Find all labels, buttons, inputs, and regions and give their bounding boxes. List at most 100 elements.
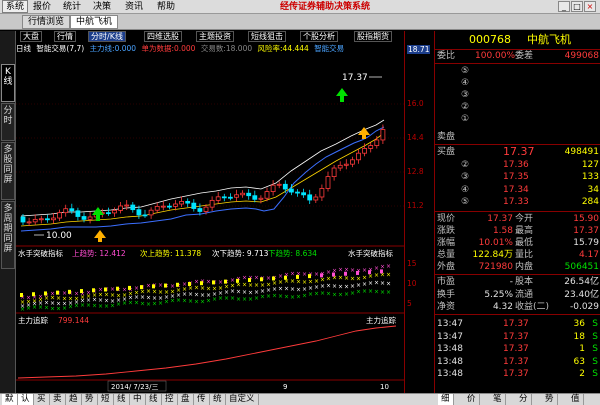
close-button[interactable]: × — [584, 1, 596, 12]
maximize-button[interactable]: □ — [571, 1, 583, 12]
candle-body — [215, 196, 221, 201]
candle-body — [197, 208, 203, 212]
bottom-tab[interactable]: 中 — [130, 394, 146, 405]
sailor-marker: × — [200, 285, 205, 292]
sailor-block — [32, 292, 35, 297]
bottom-tab[interactable]: 线 — [114, 394, 130, 405]
sailor-marker: × — [368, 288, 373, 295]
menu-news[interactable]: 资讯 — [122, 1, 146, 13]
bottom-tab[interactable]: 买 — [34, 394, 50, 405]
tab-market-browse[interactable]: 行情浏览 — [22, 15, 71, 29]
candle-body — [374, 139, 380, 146]
sailor-block — [272, 276, 275, 281]
sailor-marker: × — [254, 275, 259, 282]
sailor-block — [140, 285, 143, 290]
sailor-marker: × — [338, 292, 343, 299]
sailor-marker: × — [374, 272, 379, 279]
bid-row[interactable]: ④ 17.34 34 — [435, 184, 600, 196]
bid-row[interactable]: 买盘 17.37 498491 — [435, 146, 600, 158]
sailor-marker: × — [236, 288, 241, 295]
menu-system[interactable]: 系统 — [2, 0, 29, 13]
low-price-label: 10.00 — [46, 231, 72, 241]
bid-row[interactable]: ⑤ 17.33 284 — [435, 196, 600, 208]
candle-body — [234, 194, 239, 198]
bid-row[interactable]: ② 17.36 127 — [435, 159, 600, 171]
sailor-marker: × — [110, 302, 115, 309]
sailor-sub-down-trend: 次下趋势: 9.713 — [212, 248, 269, 258]
sailor-block — [92, 288, 95, 293]
tick-price: 17.37 — [503, 319, 529, 329]
bid-level: ③ — [461, 172, 470, 182]
candle-body — [258, 197, 264, 200]
vtab-kline[interactable]: K线 — [1, 64, 15, 102]
quote-view-tab[interactable]: 值 — [568, 394, 584, 405]
minimize-button[interactable]: _ — [558, 1, 570, 12]
price-axis: 18.71 16.0 14.4 12.8 11.2 15 10 5 — [404, 31, 434, 393]
quote-view-tab[interactable]: 细 — [438, 394, 454, 405]
tick-row[interactable]: 13:48 17.37 63 S — [435, 356, 600, 368]
quote-view-tab[interactable]: 价 — [464, 394, 480, 405]
tick-direction: S — [592, 319, 598, 329]
weibi-value: 100.00% — [475, 51, 516, 61]
fund-value: 26.54亿 — [564, 277, 599, 287]
bid-price: 17.37 — [503, 145, 535, 158]
bottom-tab[interactable]: 认 — [18, 394, 34, 405]
sailor-marker: × — [44, 305, 49, 312]
stat-value: 506451 — [564, 262, 599, 272]
weicha-label: 委差 — [515, 51, 534, 61]
stat-label: 今开 — [515, 214, 534, 224]
candle-body — [179, 201, 185, 205]
sailor-marker: × — [62, 305, 67, 312]
bottom-tab[interactable]: 统 — [210, 394, 226, 405]
candle-body — [112, 209, 117, 214]
tab-stock[interactable]: 中航飞机 — [70, 15, 119, 29]
candle-body — [148, 209, 154, 216]
quote-view-tab[interactable]: 势 — [542, 394, 558, 405]
bottom-tab[interactable]: 传 — [194, 394, 210, 405]
sailor-block — [152, 284, 155, 289]
sailor-marker: × — [350, 276, 355, 283]
tick-row[interactable]: 13:48 17.37 2 S — [435, 368, 600, 380]
chart-area[interactable]: 大盘 行情 分时/K线 四维选股 主题投资 短线狙击 个股分析 股指期货 日线 … — [16, 31, 404, 393]
stat-label: 涨跌 — [437, 226, 456, 236]
stat-value: 122.84万 — [472, 250, 514, 260]
sailor-marker: × — [284, 286, 289, 293]
sailor-marker: × — [230, 295, 235, 302]
candle-body — [57, 212, 62, 219]
stat-row: 外盘 721980 内盘 506451 — [435, 261, 600, 273]
quote-view-tab[interactable]: 笔 — [490, 394, 506, 405]
bottom-tab[interactable]: 线 — [146, 394, 162, 405]
bottom-tab[interactable]: 趋 — [66, 394, 82, 405]
bid-row[interactable]: ③ 17.35 133 — [435, 171, 600, 183]
candle-body — [44, 218, 50, 221]
menu-decision[interactable]: 决策 — [90, 1, 114, 13]
tick-row[interactable]: 13:48 17.37 1 S — [435, 343, 600, 355]
bottom-tab[interactable]: 卖 — [50, 394, 66, 405]
bottom-tab[interactable]: 自定义 — [226, 394, 259, 405]
vtab-multi-stock[interactable]: 多股同屏 — [1, 142, 15, 200]
sailor-block — [104, 287, 107, 292]
bottom-tab[interactable]: 盘 — [178, 394, 194, 405]
sailor-marker: × — [290, 278, 295, 285]
candle-body — [380, 129, 386, 141]
quote-view-tab[interactable]: 分 — [516, 394, 532, 405]
candle-body — [87, 216, 93, 220]
bottom-tab[interactable]: 势 — [82, 394, 98, 405]
sailor-block — [368, 270, 371, 275]
menu-quote[interactable]: 报价 — [30, 1, 54, 13]
sailor-indicator-right-title: 水手突破指标 — [348, 248, 393, 258]
vtab-timeshare[interactable]: 分时 — [1, 103, 15, 141]
vtab-multi-period[interactable]: 多周期同屏 — [1, 201, 15, 269]
bottom-tab[interactable]: 短 — [98, 394, 114, 405]
menu-help[interactable]: 帮助 — [154, 1, 178, 13]
sailor-marker: × — [134, 300, 139, 307]
sailor-marker: × — [302, 279, 307, 286]
tick-row[interactable]: 13:47 17.37 36 S — [435, 318, 600, 330]
bottom-tab[interactable]: 控 — [162, 394, 178, 405]
sailor-marker: × — [32, 304, 37, 311]
tick-row[interactable]: 13:47 17.37 18 S — [435, 331, 600, 343]
bottom-tab[interactable]: 默 — [2, 394, 18, 405]
main-force-right-title: 主力追踪 — [366, 315, 396, 325]
sailor-marker: × — [128, 299, 133, 306]
menu-stats[interactable]: 统计 — [60, 1, 84, 13]
